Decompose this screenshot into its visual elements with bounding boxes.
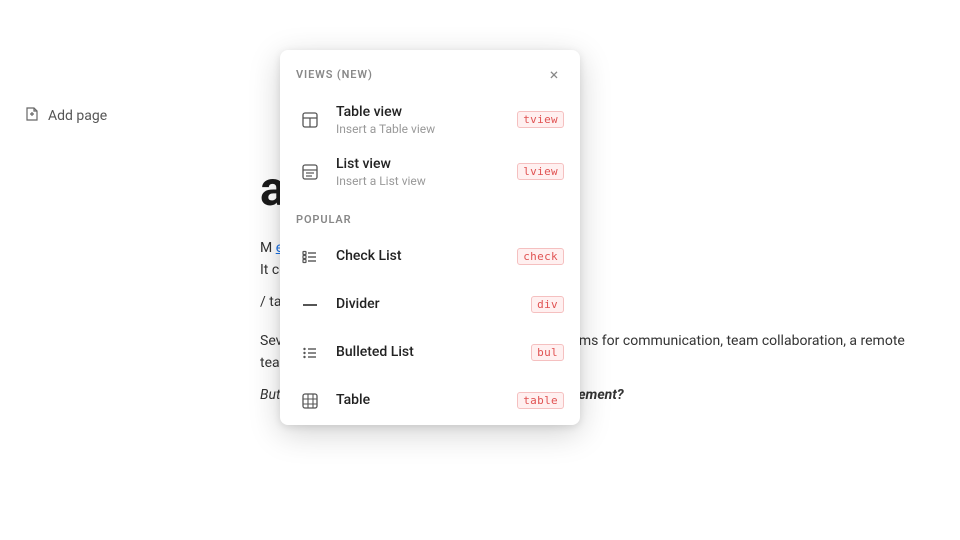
check-list-name: Check List	[336, 248, 505, 265]
table-name: Table	[336, 392, 505, 409]
list-view-text: List view Insert a List view	[336, 156, 505, 188]
checklist-icon	[296, 243, 324, 271]
add-page-button[interactable]: Add page	[16, 100, 204, 132]
views-section-title: VIEWS (NEW)	[296, 68, 373, 81]
list-view-icon	[296, 158, 324, 186]
divider-text: Divider	[336, 296, 519, 313]
table-shortcut: table	[517, 392, 564, 409]
list-view-desc: Insert a List view	[336, 174, 505, 188]
divider-shortcut: div	[531, 296, 564, 313]
divider-icon	[296, 291, 324, 319]
table-view-desc: Insert a Table view	[336, 122, 505, 136]
check-list-item[interactable]: Check List check	[280, 233, 580, 281]
list-view-name: List view	[336, 156, 505, 173]
check-list-shortcut: check	[517, 248, 564, 265]
add-page-icon	[24, 106, 40, 126]
bulleted-list-name: Bulleted List	[336, 344, 519, 361]
table-view-icon	[296, 106, 324, 134]
check-list-text: Check List	[336, 248, 505, 265]
dropdown-header: VIEWS (NEW) ×	[280, 50, 580, 94]
list-view-item[interactable]: List view Insert a List view lview	[280, 146, 580, 198]
table-view-shortcut: tview	[517, 111, 564, 128]
bulleted-list-icon	[296, 339, 324, 367]
table-view-text: Table view Insert a Table view	[336, 104, 505, 136]
table-text: Table	[336, 392, 505, 409]
list-view-shortcut: lview	[517, 163, 564, 180]
popular-section-title: POPULAR	[296, 213, 351, 226]
sidebar: Add page	[0, 0, 220, 540]
add-page-label: Add page	[48, 108, 107, 124]
divider-name: Divider	[336, 296, 519, 313]
divider-item[interactable]: Divider div	[280, 281, 580, 329]
table-view-item[interactable]: Table view Insert a Table view tview	[280, 94, 580, 146]
popular-section-header: POPULAR	[280, 198, 580, 233]
table-icon	[296, 387, 324, 415]
table-view-name: Table view	[336, 104, 505, 121]
bulleted-list-item[interactable]: Bulleted List bul	[280, 329, 580, 377]
slash-command-dropdown: VIEWS (NEW) × Table view Insert a Table …	[280, 50, 580, 425]
bulleted-list-text: Bulleted List	[336, 344, 519, 361]
close-button[interactable]: ×	[544, 64, 564, 84]
bulleted-list-shortcut: bul	[531, 344, 564, 361]
table-item[interactable]: Table table	[280, 377, 580, 425]
